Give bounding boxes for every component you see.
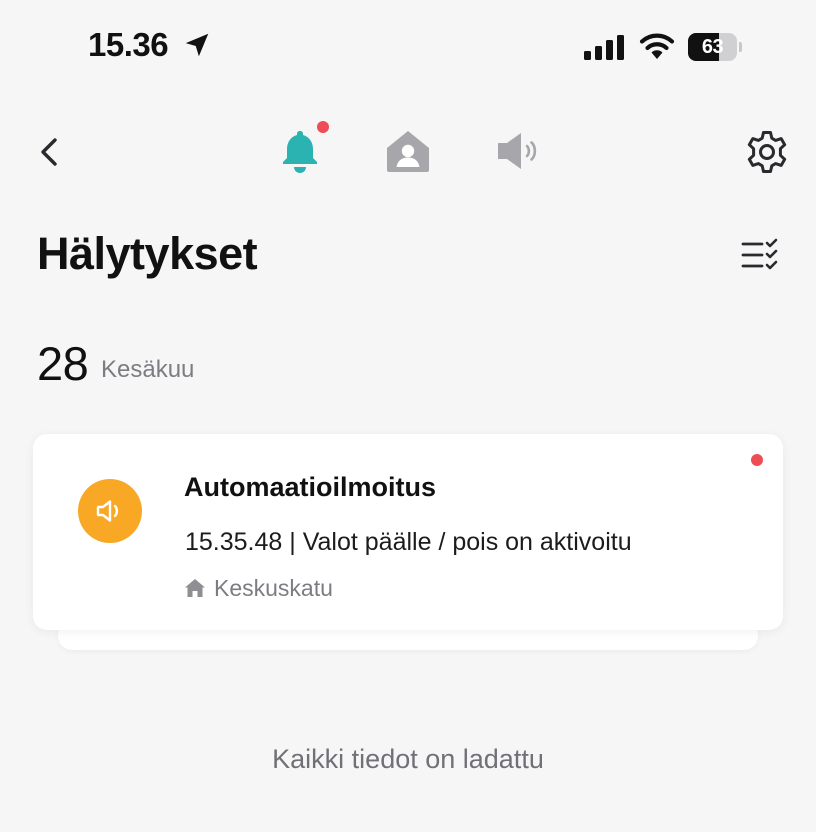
battery-indicator: 63 — [688, 33, 742, 62]
notification-location: Keskuskatu — [184, 575, 333, 601]
notification-card[interactable]: Automaatioilmoitus 15.35.48 | Valot pääl… — [33, 434, 783, 630]
notification-unread-dot — [751, 454, 763, 466]
screen: 15.36 63 Hälytykset 28 Kesäkuu Automaati… — [0, 0, 816, 832]
settings-gear-icon[interactable] — [744, 129, 790, 175]
all-loaded-label: Kaikki tiedot on ladattu — [272, 744, 544, 774]
battery-cap — [739, 42, 742, 52]
speaker-icon — [96, 500, 119, 522]
battery-body: 63 — [688, 33, 737, 61]
date-day: 28 — [37, 337, 89, 390]
home-icon — [185, 579, 205, 597]
notification-icon-badge — [78, 479, 142, 543]
status-time: 15.36 — [88, 26, 169, 63]
location-arrow-icon — [185, 33, 209, 57]
back-button[interactable] — [34, 132, 66, 172]
notification-location-label: Keskuskatu — [214, 574, 333, 601]
alerts-unread-dot — [317, 121, 329, 133]
tab-alerts-bell-icon[interactable] — [275, 126, 325, 176]
wifi-icon — [639, 33, 675, 59]
notification-body: 15.35.48 | Valot päälle / pois on aktivo… — [185, 528, 632, 556]
tab-speaker-icon[interactable] — [493, 126, 543, 176]
battery-percent: 63 — [701, 36, 724, 58]
notification-title: Automaatioilmoitus — [184, 472, 437, 502]
date-month: Kesäkuu — [101, 356, 195, 383]
tab-home-person-icon[interactable] — [383, 126, 433, 176]
page-title: Hälytykset — [37, 228, 258, 279]
filter-checklist-icon[interactable] — [740, 238, 780, 272]
signal-icon — [584, 35, 624, 60]
